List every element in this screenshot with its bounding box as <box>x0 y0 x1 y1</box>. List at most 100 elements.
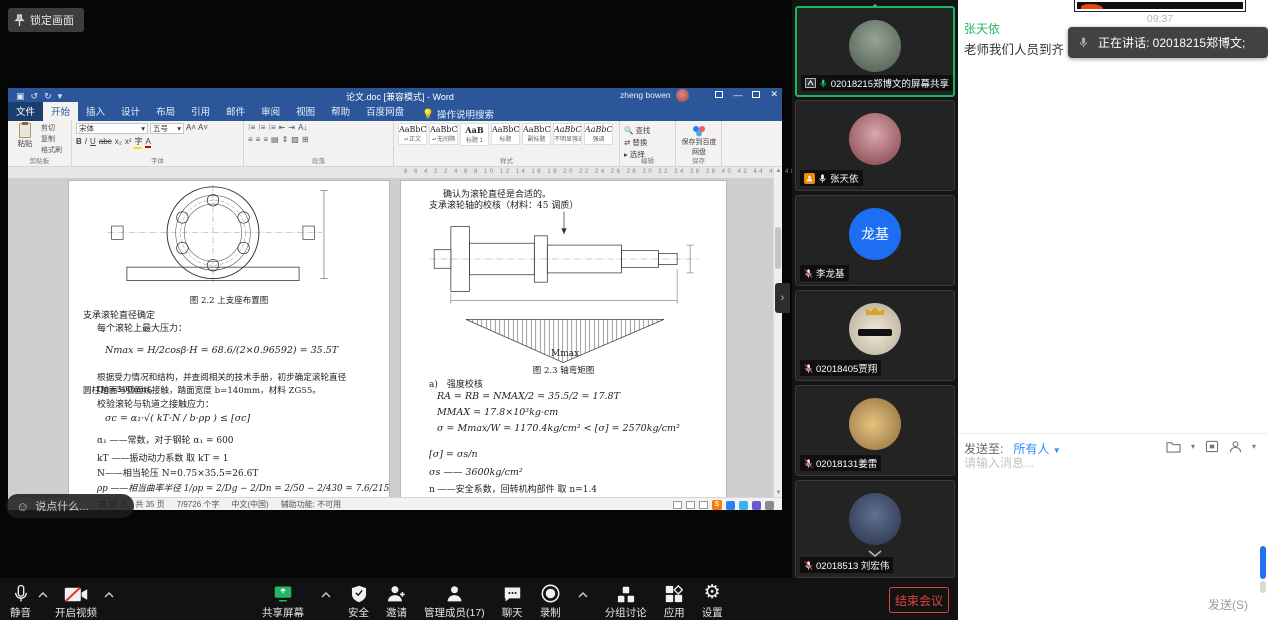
shading-icon[interactable]: ▨ <box>291 135 299 144</box>
quick-access-toolbar[interactable]: ▣ ↺ ↻ ▾ <box>16 91 62 102</box>
web-layout-icon[interactable] <box>699 501 708 509</box>
tab-home[interactable]: 开始 <box>43 102 78 121</box>
bold-button[interactable]: B <box>76 137 82 146</box>
underline-button[interactable]: U <box>90 137 96 146</box>
document-page-left[interactable]: 图 2.2 上支座布置图 支承滚轮直径确定 每个滚轮上最大压力： Nmax = … <box>68 180 390 497</box>
mute-button[interactable]: 静音 <box>10 583 31 620</box>
lock-view-button[interactable]: 锁定画面 <box>8 8 84 32</box>
breakout-rooms-button[interactable]: 分组讨论 <box>605 583 647 620</box>
paste-button[interactable]: 粘贴 <box>12 123 38 155</box>
document-area[interactable]: 图 2.2 上支座布置图 支承滚轮直径确定 每个滚轮上最大压力： Nmax = … <box>8 179 773 497</box>
sogou-input-icon[interactable]: S <box>712 500 722 510</box>
style-normal[interactable]: AaBbCcD↵正文 <box>398 123 427 145</box>
participant-tile-4[interactable]: 02018405贾翔 <box>795 290 955 381</box>
record-options-chevron-icon[interactable] <box>578 592 588 598</box>
participant-tile-3[interactable]: 龙基 李龙基 <box>795 195 955 286</box>
chat-sender-name[interactable]: 张天依 <box>964 20 1000 37</box>
print-layout-icon[interactable] <box>686 501 695 509</box>
tab-design[interactable]: 设计 <box>113 102 148 121</box>
screenshot-icon[interactable] <box>1205 440 1219 453</box>
chat-scrollbar-track[interactable] <box>1260 581 1266 593</box>
superscript-button[interactable]: x² <box>125 137 132 146</box>
shrink-font-icon[interactable]: A˅ <box>198 123 208 134</box>
language-indicator[interactable]: 中文(中国) <box>231 499 268 510</box>
chat-message-input[interactable] <box>964 456 1204 470</box>
mention-icon[interactable] <box>1229 440 1242 453</box>
style-heading1[interactable]: AaB标题 1 <box>460 123 489 146</box>
cut-button[interactable]: 剪切 <box>41 123 62 133</box>
grow-font-icon[interactable]: A˄ <box>186 123 196 134</box>
account-avatar[interactable] <box>676 89 689 102</box>
scroll-down-icon[interactable]: ▼ <box>775 490 782 496</box>
document-scrollbar[interactable]: ▲ ▼ <box>773 167 782 497</box>
smiley-icon[interactable]: ☺ <box>16 499 29 514</box>
apps-button[interactable]: 应用 <box>664 583 685 620</box>
record-button[interactable]: 录制 <box>540 583 561 620</box>
tab-baidu-pan[interactable]: 百度网盘 <box>358 102 412 121</box>
mute-options-chevron-icon[interactable] <box>38 592 48 598</box>
strikethrough-button[interactable]: abc <box>99 137 112 146</box>
style-title[interactable]: AaBbC标题 <box>491 123 520 145</box>
borders-icon[interactable]: ⊞ <box>302 135 309 144</box>
invite-button[interactable]: 邀请 <box>386 583 407 620</box>
ime-more-icon[interactable] <box>765 501 774 510</box>
font-size-combo[interactable]: 五号▾ <box>150 123 184 134</box>
tab-references[interactable]: 引用 <box>183 102 218 121</box>
bullets-icon[interactable]: ⁝≡ <box>248 123 255 132</box>
participant-tile-2[interactable]: 张天依 <box>795 100 955 191</box>
numbering-icon[interactable]: ⁝≡ <box>258 123 265 132</box>
participant-tile-5[interactable]: 02018131姜雷 <box>795 385 955 476</box>
undo-icon[interactable]: ↺ <box>31 91 39 102</box>
manage-members-button[interactable]: 管理成员(17) <box>424 583 485 620</box>
security-button[interactable]: 安全 <box>348 583 369 620</box>
word-count[interactable]: 7/9726 个字 <box>177 499 220 510</box>
restore-icon[interactable] <box>752 91 760 98</box>
find-button[interactable]: 🔍 查找 <box>624 125 671 136</box>
chat-scrollbar[interactable] <box>1260 546 1266 579</box>
read-mode-icon[interactable] <box>673 501 682 509</box>
close-icon[interactable]: ✕ <box>770 89 778 100</box>
italic-button[interactable]: I <box>85 137 87 146</box>
start-video-button[interactable]: 开启视频 <box>55 583 97 620</box>
tab-review[interactable]: 审阅 <box>253 102 288 121</box>
danmaku-input[interactable]: ☺ 说点什么... <box>6 494 134 518</box>
horizontal-ruler[interactable]: 8 6 4 2 2 4 6 8 10 12 14 16 18 20 22 24 … <box>8 167 782 179</box>
style-no-spacing[interactable]: AaBbCcD↵无间隔 <box>429 123 458 145</box>
subscript-button[interactable]: x₂ <box>115 137 122 146</box>
scrollbar-thumb[interactable] <box>775 227 781 269</box>
share-screen-button[interactable]: 共享屏幕 <box>262 583 304 620</box>
line-spacing-icon[interactable]: ⇕ <box>282 135 289 144</box>
copy-button[interactable]: 复制 <box>41 134 62 144</box>
document-page-right[interactable]: 确认为滚轮直径是合适的。 支承滚轮轴的校核（材料：45 调质） <box>400 180 727 497</box>
send-message-button[interactable]: 发送(S) <box>1208 596 1248 613</box>
video-options-chevron-icon[interactable] <box>104 592 114 598</box>
multilevel-icon[interactable]: ⁝≡ <box>268 123 275 132</box>
tab-help[interactable]: 帮助 <box>323 102 358 121</box>
tell-me-search[interactable]: 💡 操作说明搜索 <box>422 107 494 121</box>
tab-mailings[interactable]: 邮件 <box>218 102 253 121</box>
tab-file[interactable]: 文件 <box>8 102 43 121</box>
save-to-baidu-button[interactable]: 保存到百度网盘 <box>680 123 718 157</box>
font-color-button[interactable]: A <box>145 137 150 148</box>
sidebar-collapse-handle[interactable]: › <box>775 283 790 313</box>
ime-keyboard-icon[interactable] <box>752 501 761 510</box>
format-painter-button[interactable]: 格式刷 <box>41 145 62 155</box>
end-meeting-button[interactable]: 结束会议 <box>889 587 949 613</box>
send-to-dropdown[interactable]: 所有人 ▼ <box>1013 440 1060 457</box>
file-transfer-caret-icon[interactable]: ▾ <box>1191 442 1195 451</box>
chat-image-cropped[interactable] <box>1075 0 1245 11</box>
font-family-combo[interactable]: 宋体▾ <box>76 123 148 134</box>
align-right-icon[interactable]: ≡ <box>263 135 268 144</box>
align-left-icon[interactable]: ≡ <box>248 135 253 144</box>
tab-insert[interactable]: 插入 <box>78 102 113 121</box>
minimize-icon[interactable]: — <box>733 90 742 100</box>
scroll-down-chevron-icon[interactable] <box>867 550 883 557</box>
style-subtitle[interactable]: AaBbC副标题 <box>522 123 551 145</box>
mention-caret-icon[interactable]: ▾ <box>1252 442 1256 451</box>
justify-icon[interactable]: ▤ <box>271 135 279 144</box>
ime-chinese-icon[interactable] <box>726 501 735 510</box>
align-center-icon[interactable]: ≡ <box>256 135 261 144</box>
sort-icon[interactable]: A↓ <box>298 123 307 132</box>
participant-tile-1[interactable]: 02018215郑博文的屏幕共享 <box>795 6 955 97</box>
indent-decrease-icon[interactable]: ⇤ <box>279 123 286 132</box>
